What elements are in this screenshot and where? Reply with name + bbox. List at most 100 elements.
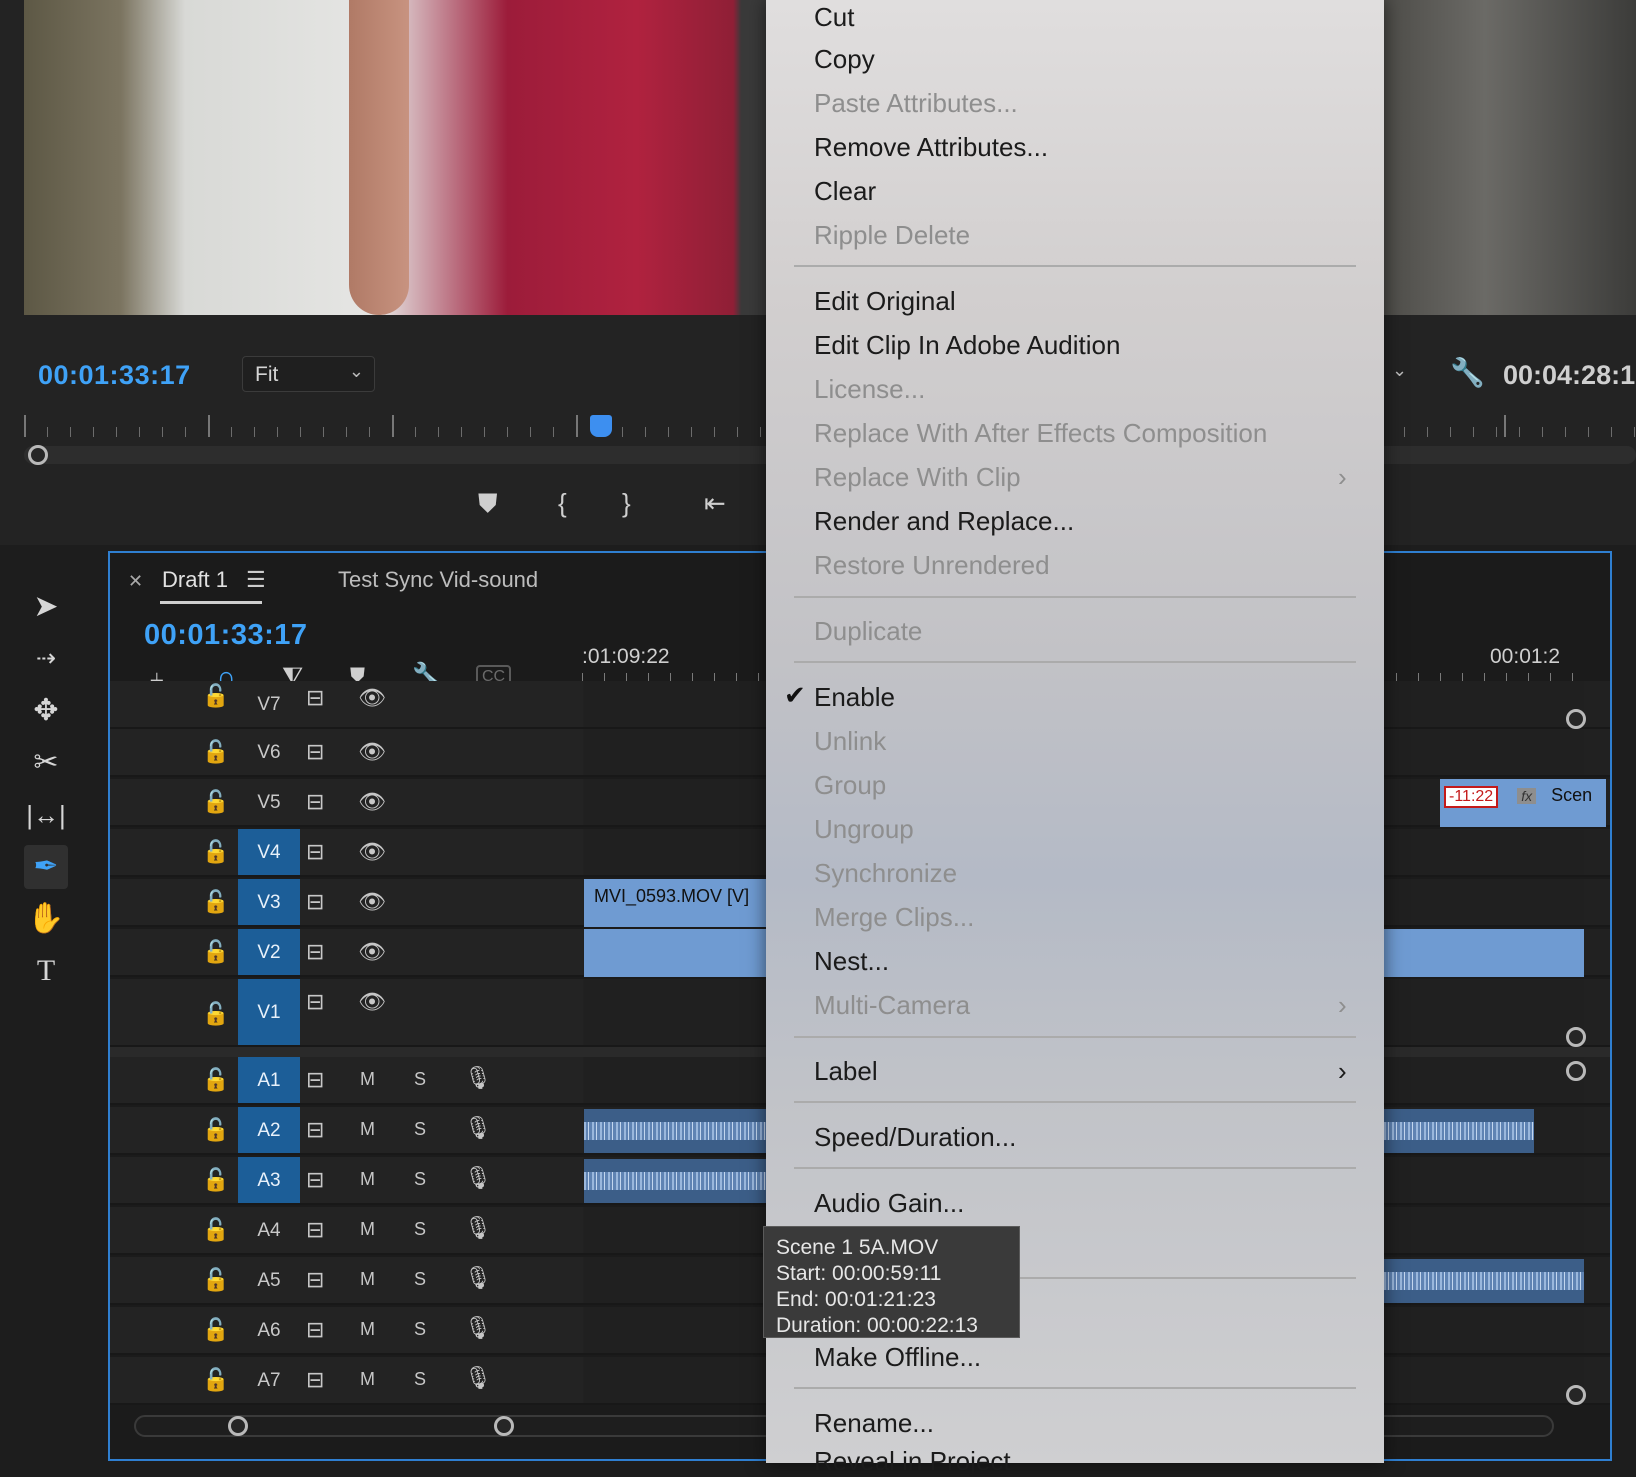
lock-icon[interactable]: 🔓 [202,1067,229,1093]
solo-button[interactable]: S [414,1069,426,1090]
menu-item-label[interactable]: Label [814,1056,878,1087]
tab-menu-icon[interactable]: ☰ [246,567,266,593]
track-name[interactable]: V5 [238,779,300,825]
audio-clip-a3-left[interactable] [584,1159,784,1203]
track-name[interactable]: A7 [238,1357,300,1403]
menu-item-nest[interactable]: Nest... [814,946,889,977]
eye-icon[interactable]: 👁 [358,989,386,1015]
lock-icon[interactable]: 🔓 [202,889,229,915]
track-name[interactable]: V2 [238,929,300,975]
menu-item-rename[interactable]: Rename... [814,1408,934,1439]
sync-lock-icon[interactable]: ⊟ [306,1167,324,1193]
track-name[interactable]: V6 [238,729,300,775]
eye-icon[interactable]: 👁 [358,839,386,865]
mute-button[interactable]: M [360,1219,375,1240]
solo-button[interactable]: S [414,1219,426,1240]
eye-icon[interactable]: 👁 [358,685,386,711]
lock-icon[interactable]: 🔓 [202,789,229,815]
razor-tool-icon[interactable]: ✂ [24,741,68,785]
lock-icon[interactable]: 🔓 [202,1001,229,1027]
lock-icon[interactable]: 🔓 [202,683,229,709]
menu-item-clear[interactable]: Clear [814,176,876,207]
playhead-handle[interactable] [590,415,612,437]
clip-scene[interactable]: -11:22 fx Scen [1440,779,1606,827]
sync-lock-icon[interactable]: ⊟ [306,989,324,1015]
lock-icon[interactable]: 🔓 [202,839,229,865]
mark-in-icon[interactable]: { [558,488,567,519]
lock-icon[interactable]: 🔓 [202,1117,229,1143]
lock-icon[interactable]: 🔓 [202,739,229,765]
type-tool-icon[interactable]: T [24,949,68,993]
lock-icon[interactable]: 🔓 [202,939,229,965]
eye-icon[interactable]: 👁 [358,739,386,765]
mute-button[interactable]: M [360,1069,375,1090]
chevron-down-icon[interactable]: ⌄ [1392,360,1407,381]
mute-button[interactable]: M [360,1119,375,1140]
audio-scroll-handle-bottom[interactable] [1566,1385,1586,1405]
lock-icon[interactable]: 🔓 [202,1367,229,1393]
video-scroll-handle-bottom[interactable] [1566,1027,1586,1047]
menu-item-audio-gain[interactable]: Audio Gain... [814,1188,964,1219]
sync-lock-icon[interactable]: ⊟ [306,839,324,865]
program-timecode[interactable]: 00:01:33:17 [38,360,191,391]
zoom-handle-left[interactable] [28,445,48,465]
eye-icon[interactable]: 👁 [358,889,386,915]
video-scroll-handle-top[interactable] [1566,709,1586,729]
track-name[interactable]: V4 [238,829,300,875]
hand-tool-icon[interactable]: ✋ [24,897,68,941]
track-name[interactable]: A6 [238,1307,300,1353]
go-to-in-icon[interactable]: ⇤ [704,488,726,519]
sync-lock-icon[interactable]: ⊟ [306,739,324,765]
menu-item-make-offline[interactable]: Make Offline... [814,1342,981,1373]
solo-button[interactable]: S [414,1369,426,1390]
track-name[interactable]: V3 [238,879,300,925]
solo-button[interactable]: S [414,1319,426,1340]
microphone-icon[interactable]: 🎙 [464,1165,492,1191]
menu-item-edit-original[interactable]: Edit Original [814,286,956,317]
ripple-edit-tool-icon[interactable]: ✥ [24,689,68,733]
sync-lock-icon[interactable]: ⊟ [306,939,324,965]
solo-button[interactable]: S [414,1269,426,1290]
pen-tool-icon[interactable]: ✒ [24,845,68,889]
eye-icon[interactable]: 👁 [358,939,386,965]
menu-item-speed-duration[interactable]: Speed/Duration... [814,1122,1016,1153]
audio-clip-a2-right[interactable] [1384,1109,1534,1153]
track-name[interactable]: V1 [238,979,300,1045]
clip-v2-right[interactable] [1384,929,1584,977]
solo-button[interactable]: S [414,1119,426,1140]
menu-item-copy[interactable]: Copy [814,44,875,75]
lock-icon[interactable]: 🔓 [202,1317,229,1343]
microphone-icon[interactable]: 🎙 [464,1215,492,1241]
mute-button[interactable]: M [360,1319,375,1340]
lock-icon[interactable]: 🔓 [202,1267,229,1293]
tab-test-sync-vid-sound[interactable]: Test Sync Vid-sound [338,567,538,593]
microphone-icon[interactable]: 🎙 [464,1365,492,1391]
sync-lock-icon[interactable]: ⊟ [306,1067,324,1093]
menu-item-cut[interactable]: Cut [814,2,854,33]
track-name[interactable]: V7 [238,681,300,727]
track-select-tool-icon[interactable]: ⇢ [24,637,68,681]
microphone-icon[interactable]: 🎙 [464,1115,492,1141]
lock-icon[interactable]: 🔓 [202,1167,229,1193]
sync-lock-icon[interactable]: ⊟ [306,1317,324,1343]
audio-clip-a2-left[interactable] [584,1109,784,1153]
track-name[interactable]: A4 [238,1207,300,1253]
tab-draft-1[interactable]: Draft 1 [162,567,228,593]
microphone-icon[interactable]: 🎙 [464,1315,492,1341]
mute-button[interactable]: M [360,1369,375,1390]
microphone-icon[interactable]: 🎙 [464,1065,492,1091]
wrench-icon[interactable]: 🔧 [1450,356,1485,389]
track-name[interactable]: A3 [238,1157,300,1203]
audio-scroll-handle-top[interactable] [1566,1061,1586,1081]
sync-lock-icon[interactable]: ⊟ [306,789,324,815]
timeline-timecode[interactable]: 00:01:33:17 [144,619,308,652]
track-name[interactable]: A1 [238,1057,300,1103]
track-name[interactable]: A5 [238,1257,300,1303]
fit-dropdown[interactable]: Fit ⌄ [242,356,375,392]
close-tab-icon[interactable]: ✕ [128,571,143,592]
menu-item-enable[interactable]: Enable [814,682,895,713]
microphone-icon[interactable]: 🎙 [464,1265,492,1291]
eye-icon[interactable]: 👁 [358,789,386,815]
sync-lock-icon[interactable]: ⊟ [306,1367,324,1393]
slip-tool-icon[interactable]: |↔| [24,793,68,837]
